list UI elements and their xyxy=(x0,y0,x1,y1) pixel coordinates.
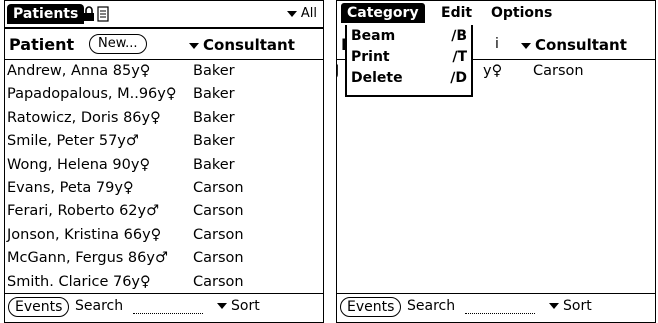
menu-item-label: Print xyxy=(351,49,390,65)
list-item[interactable]: Smile, Peter 57y♂ Baker xyxy=(5,130,323,153)
menu-item-shortcut: ∕T xyxy=(452,49,467,65)
consultant-column-label: Consultant xyxy=(535,36,627,54)
title-bar: Patients All xyxy=(5,1,323,29)
menu-item-beam[interactable]: Beam ∕B xyxy=(351,28,471,48)
security-icon[interactable] xyxy=(83,6,109,22)
patient-name: Jonson, Kristina 66y♀ xyxy=(7,226,162,243)
list-item[interactable]: Ratowicz, Doris 86y♀ Baker xyxy=(5,107,323,130)
search-input[interactable] xyxy=(133,313,203,314)
patient-consultant: Carson xyxy=(533,63,584,79)
patient-consultant: Carson xyxy=(193,273,244,290)
events-button[interactable]: Events xyxy=(8,297,70,317)
consultant-column-selector[interactable]: Consultant xyxy=(189,36,295,54)
category-filter[interactable]: All xyxy=(286,6,317,21)
category-dropdown: Beam ∕B Print ∕T Delete ∕D xyxy=(345,25,473,97)
patient-name: McGann, Fergus 86y♂ xyxy=(7,250,168,267)
patient-consultant: Baker xyxy=(193,63,235,79)
menu-options[interactable]: Options xyxy=(485,3,558,23)
list-item[interactable]: Smith. Clarice 76y♀ Carson xyxy=(5,271,323,294)
app-title[interactable]: Patients xyxy=(7,4,85,24)
patient-consultant: Baker xyxy=(193,133,235,150)
list-item[interactable]: Andrew, Anna 85y♀ Baker xyxy=(5,60,323,83)
list-item[interactable]: Papadopalous, M..96y♀ Baker xyxy=(5,83,323,106)
list-item[interactable]: Evans, Peta 79y♀ Carson xyxy=(5,177,323,200)
search-input[interactable] xyxy=(465,313,535,314)
menu-item-label: Delete xyxy=(351,70,403,86)
column-header: Patient New... Consultant xyxy=(5,31,323,60)
patient-list: Andrew, Anna 85y♀ Baker Papadopalous, M..… xyxy=(5,60,323,294)
patient-consultant: Baker xyxy=(193,109,235,126)
bottom-toolbar: Events Search Sort xyxy=(5,293,323,322)
menu-edit[interactable]: Edit xyxy=(435,3,478,23)
menu-item-shortcut: ∕B xyxy=(451,28,467,44)
events-button[interactable]: Events xyxy=(340,297,402,317)
menu-item-label: Beam xyxy=(351,28,396,44)
sort-label: Sort xyxy=(563,298,592,314)
patients-screen: Patients All Patient New... Consultant A… xyxy=(4,0,324,323)
search-label: Search xyxy=(407,298,456,314)
header-fragment: i xyxy=(495,36,499,52)
patient-name: Wong, Helena 90y♀ xyxy=(7,156,151,173)
menu-category[interactable]: Category xyxy=(341,3,425,23)
consultant-column-label: Consultant xyxy=(203,36,295,54)
patient-consultant: Baker xyxy=(193,86,235,103)
patient-name: Smile, Peter 57y♂ xyxy=(7,133,139,150)
sort-selector[interactable]: Sort xyxy=(217,298,260,314)
patient-name: Evans, Peta 79y♀ xyxy=(7,179,134,196)
patient-name: Andrew, Anna 85y♀ xyxy=(7,63,151,79)
patient-age-fragment: y♀ xyxy=(483,63,503,79)
patient-consultant: Carson xyxy=(193,226,244,243)
chevron-down-icon xyxy=(217,303,227,309)
list-item[interactable]: Ferari, Roberto 62y♂ Carson xyxy=(5,200,323,223)
search-label: Search xyxy=(75,298,124,314)
bottom-toolbar: Events Search Sort xyxy=(337,293,655,322)
sort-label: Sort xyxy=(231,298,260,314)
patient-name: Ferari, Roberto 62y♂ xyxy=(7,203,160,220)
list-item[interactable]: Jonson, Kristina 66y♀ Carson xyxy=(5,224,323,247)
patients-screen-menu-open: F i Consultant J y♀ Carson Category Edit… xyxy=(336,0,656,323)
list-item[interactable]: Wong, Helena 90y♀ Baker xyxy=(5,154,323,177)
list-item[interactable]: McGann, Fergus 86y♂ Carson xyxy=(5,247,323,270)
patient-column-label: Patient xyxy=(9,35,75,54)
new-patient-button[interactable]: New... xyxy=(89,34,147,54)
patient-name-prefix: J xyxy=(337,63,339,79)
chevron-down-icon xyxy=(286,10,297,17)
category-filter-label: All xyxy=(300,6,317,21)
patient-name: Papadopalous, M..96y♀ xyxy=(7,86,177,103)
menu-item-delete[interactable]: Delete ∕D xyxy=(351,70,471,90)
patient-consultant: Carson xyxy=(193,250,244,267)
patient-consultant: Baker xyxy=(193,156,235,173)
patient-name: Ratowicz, Doris 86y♀ xyxy=(7,109,161,126)
sort-selector[interactable]: Sort xyxy=(549,298,592,314)
menu-bar: Category Edit Options xyxy=(337,1,655,25)
patient-consultant: Carson xyxy=(193,203,244,220)
chevron-down-icon xyxy=(189,42,199,49)
consultant-column-selector[interactable]: Consultant xyxy=(521,36,627,54)
menu-item-shortcut: ∕D xyxy=(450,70,467,86)
chevron-down-icon xyxy=(549,303,559,309)
patient-name: Smith. Clarice 76y♀ xyxy=(7,273,151,290)
menu-item-print[interactable]: Print ∕T xyxy=(351,49,471,69)
patient-consultant: Carson xyxy=(193,179,244,196)
chevron-down-icon xyxy=(521,42,531,49)
